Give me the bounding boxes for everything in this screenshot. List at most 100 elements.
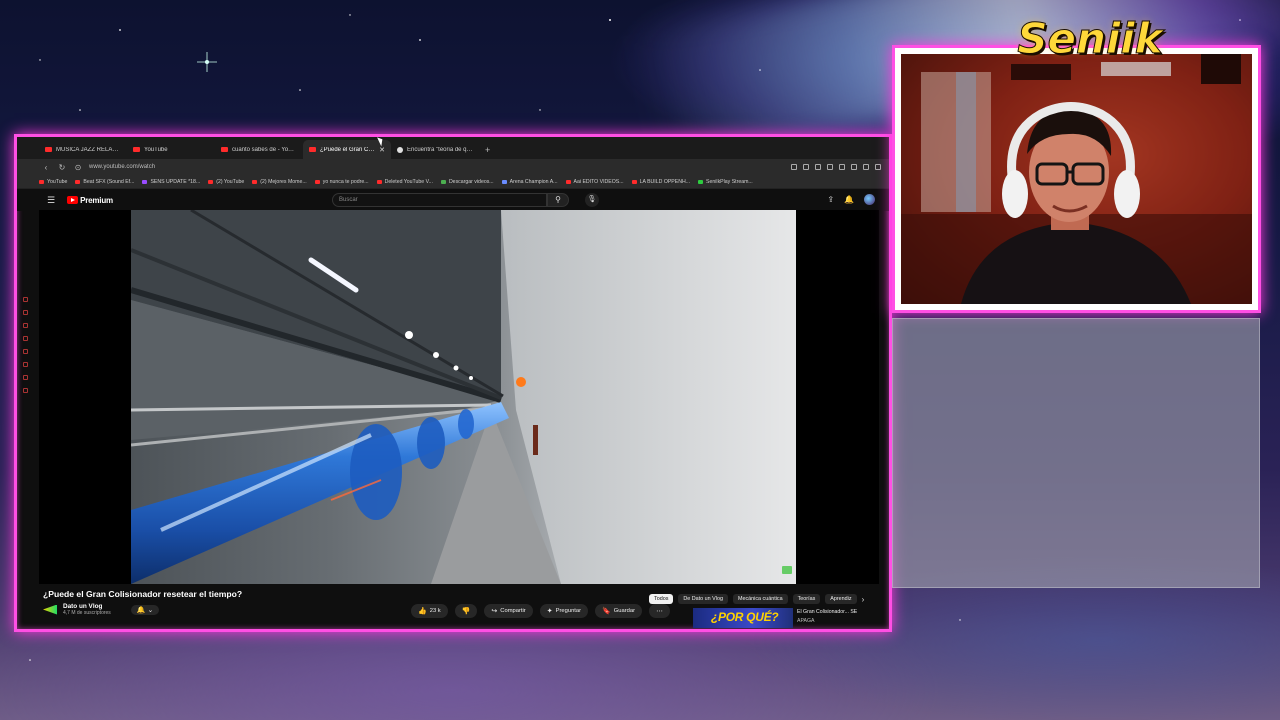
browser-side-rail <box>23 297 31 393</box>
youtube-favicon-icon <box>309 147 316 152</box>
channel-avatar[interactable] <box>43 604 57 615</box>
sidebar-tool-icon[interactable] <box>23 297 28 302</box>
subscription-bell-button[interactable]: 🔔 ⌄ <box>130 604 160 615</box>
dislike-button[interactable]: 👎 <box>454 604 478 618</box>
sparkle-icon: ✦ <box>546 608 553 615</box>
tiktok-favicon-icon <box>397 146 403 153</box>
close-icon[interactable]: ✕ <box>379 146 385 154</box>
bookmark-item[interactable]: Deleted YouTube V... <box>376 179 433 185</box>
streamer-webcam-image <box>901 54 1252 304</box>
extension-icon[interactable] <box>815 164 821 170</box>
tab-cuanto-sabes[interactable]: cuanto sabes de - YouTube <box>215 140 303 159</box>
more-icon: ⋯ <box>656 608 664 615</box>
bookmark-icon <box>698 179 704 184</box>
share-button[interactable]: ↪ Compartir <box>484 604 533 618</box>
chevron-down-icon: ⌄ <box>147 606 154 614</box>
tab-encuentra[interactable]: Encuentra "teoria de que... <box>391 140 479 159</box>
sidebar-tool-icon[interactable] <box>23 349 28 354</box>
hamburger-menu-icon[interactable]: ☰ <box>47 195 55 206</box>
ask-button[interactable]: ✦ Preguntar <box>539 604 589 618</box>
extension-icon[interactable] <box>827 164 833 170</box>
sidebar-tool-icon[interactable] <box>23 375 28 380</box>
chip-de-dato-un-vlog[interactable]: De Dato un Vlog <box>678 594 728 604</box>
bookmark-icon <box>631 179 637 184</box>
bookmark-item[interactable]: Beat SFX (Sound Ef... <box>75 179 134 185</box>
header-actions: ⇪ 🔔 <box>827 194 875 205</box>
bookmark-item[interactable]: LA BUILD OPPENH... <box>631 179 690 185</box>
more-actions-button[interactable]: ⋯ <box>649 604 671 618</box>
tab-jazz[interactable]: MÚSICA JAZZ RELAJANTE <box>39 140 127 159</box>
sidebar-tool-icon[interactable] <box>23 362 28 367</box>
bookmark-item[interactable]: YouTube <box>39 179 67 185</box>
video-actions: 👍 23 k 👎 ↪ Compartir ✦ Preguntar 🔖 Guardar ⋯ <box>411 604 671 618</box>
search-icon: ⚲ <box>555 195 561 204</box>
extension-icon[interactable] <box>803 164 809 170</box>
youtube-header: ☰ Premium Buscar ⚲ 🎙 ⇪ 🔔 <box>17 189 889 211</box>
bookmark-item[interactable]: Arena Champion A... <box>501 179 558 185</box>
bookmark-item[interactable]: SENS UPDATE *18... <box>142 179 200 185</box>
youtube-favicon-icon <box>133 147 140 152</box>
account-avatar[interactable] <box>864 194 875 205</box>
tab-bar: MÚSICA JAZZ RELAJANTE YouTube cuanto sab… <box>17 137 889 159</box>
extension-icon[interactable] <box>839 164 845 170</box>
upload-icon[interactable]: ⇪ <box>827 195 834 204</box>
chip-mecanica-cuantica[interactable]: Mecánica cuántica <box>732 594 788 604</box>
subscriber-count: 4,7 M de suscriptores <box>63 610 111 616</box>
chip-teorias[interactable]: Teorías <box>792 594 821 604</box>
sidebar-tool-icon[interactable] <box>23 323 28 328</box>
sidebar-tool-icon[interactable] <box>23 310 28 315</box>
youtube-logo[interactable]: Premium <box>67 196 113 205</box>
chevron-right-icon[interactable]: › <box>862 595 865 604</box>
thumbs-up-icon: 👍 <box>418 608 427 615</box>
bookmark-icon <box>39 179 44 184</box>
zoom-icon[interactable] <box>791 164 797 170</box>
bookmark-item[interactable]: yo nunca te podre... <box>314 179 369 185</box>
extension-icon[interactable] <box>863 164 869 170</box>
bookmark-save-icon: 🔖 <box>602 608 611 615</box>
extension-icons <box>791 164 881 170</box>
bookmark-item[interactable]: Aai EDITO VIDEOS... <box>565 179 624 185</box>
bookmark-item[interactable]: (2) YouTube <box>208 179 244 185</box>
site-info-icon[interactable]: ⊙ <box>73 163 83 172</box>
heart-icon[interactable] <box>851 164 857 170</box>
voice-search-button[interactable]: 🎙 <box>585 193 599 207</box>
recommended-video-title[interactable]: El Gran Colisionador... SE <box>797 609 869 616</box>
bookmark-item[interactable]: SenilkPlay Stream... <box>698 179 753 185</box>
sidebar-tool-icon[interactable] <box>23 388 28 393</box>
notifications-bell-icon[interactable]: 🔔 <box>844 195 854 204</box>
url-field[interactable]: www.youtube.com/watch <box>89 164 785 170</box>
chip-todos[interactable]: Todos <box>649 594 674 604</box>
video-title: ¿Puede el Gran Colisionador resetear el … <box>43 589 243 599</box>
bookmark-icon <box>314 179 320 184</box>
bookmark-icon <box>252 179 258 184</box>
save-button[interactable]: 🔖 Guardar <box>595 604 643 618</box>
address-bar: ‹ ↻ ⊙ www.youtube.com/watch <box>17 159 889 175</box>
bookmark-item[interactable]: Descargar videos... <box>440 179 494 185</box>
recommendation-chips: Todos De Dato un Vlog Mecánica cuántica … <box>649 594 864 604</box>
download-icon[interactable] <box>875 164 881 170</box>
youtube-favicon-icon <box>221 147 228 152</box>
search-input[interactable]: Buscar <box>332 193 547 207</box>
search-button[interactable]: ⚲ <box>547 193 569 207</box>
bookmark-icon <box>208 179 214 184</box>
sidebar-tool-icon[interactable] <box>23 336 28 341</box>
bookmark-icon <box>376 179 382 184</box>
webcam-frame <box>892 45 1261 313</box>
channel-name[interactable]: Dato un Vlog <box>63 603 111 610</box>
new-tab-icon[interactable]: + <box>479 145 496 159</box>
microphone-icon: 🎙 <box>587 196 597 203</box>
bookmarks-bar: YouTube Beat SFX (Sound Ef... SENS UPDAT… <box>17 175 889 189</box>
bookmark-item[interactable]: (2) Mejores Mome... <box>252 179 307 185</box>
chip-aprendiz[interactable]: Aprendiz <box>825 594 857 604</box>
youtube-favicon-icon <box>45 147 52 152</box>
tab-gran-colisionador[interactable]: ¿Puede el Gran Colisio...✕ <box>303 140 391 159</box>
tab-youtube[interactable]: YouTube <box>127 140 215 159</box>
streamer-name-overlay: Seniik <box>1017 14 1163 64</box>
browser-capture: MÚSICA JAZZ RELAJANTE YouTube cuanto sab… <box>14 134 892 632</box>
like-button[interactable]: 👍 23 k <box>411 604 448 618</box>
back-icon[interactable]: ‹ <box>41 163 51 172</box>
video-player[interactable] <box>39 210 879 584</box>
recommended-video-thumbnail[interactable]: ¿POR QUÉ? <box>693 608 793 628</box>
video-frame-tunnel[interactable] <box>131 210 796 584</box>
reload-icon[interactable]: ↻ <box>57 163 67 172</box>
